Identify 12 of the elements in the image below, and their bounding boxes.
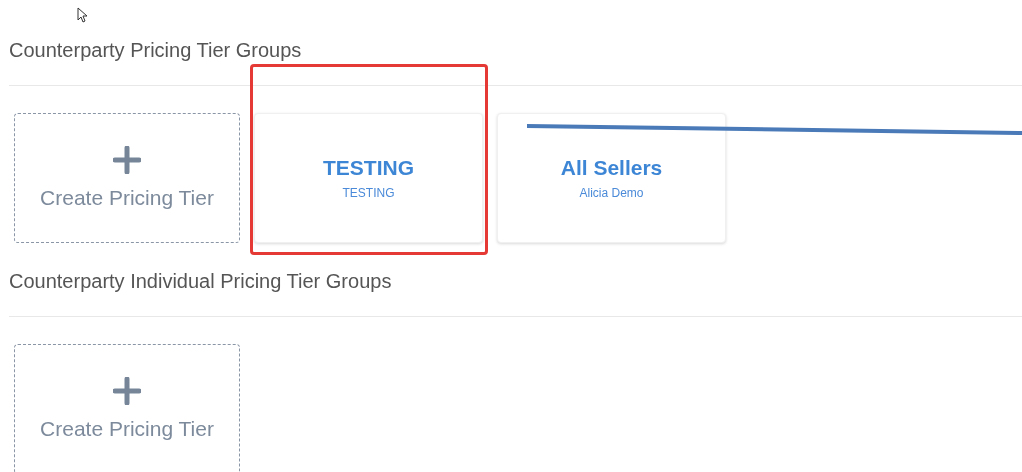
create-pricing-tier-button[interactable]: Create Pricing Tier [14,113,240,243]
group-title: TESTING [323,156,414,180]
plus-icon [113,377,141,405]
group-title: All Sellers [560,156,663,180]
tier-group-card[interactable]: TESTING TESTING [254,113,483,243]
tier-group-card[interactable]: All Sellers Alicia Demo [497,113,726,243]
group-subtitle: TESTING [342,186,395,200]
plus-icon [113,146,141,174]
section-title: Counterparty Pricing Tier Groups [9,38,302,62]
section-title: Counterparty Individual Pricing Tier Groups [9,269,392,293]
group-subtitle: Alicia Demo [579,186,644,200]
create-pricing-tier-button[interactable]: Create Pricing Tier [14,344,240,472]
